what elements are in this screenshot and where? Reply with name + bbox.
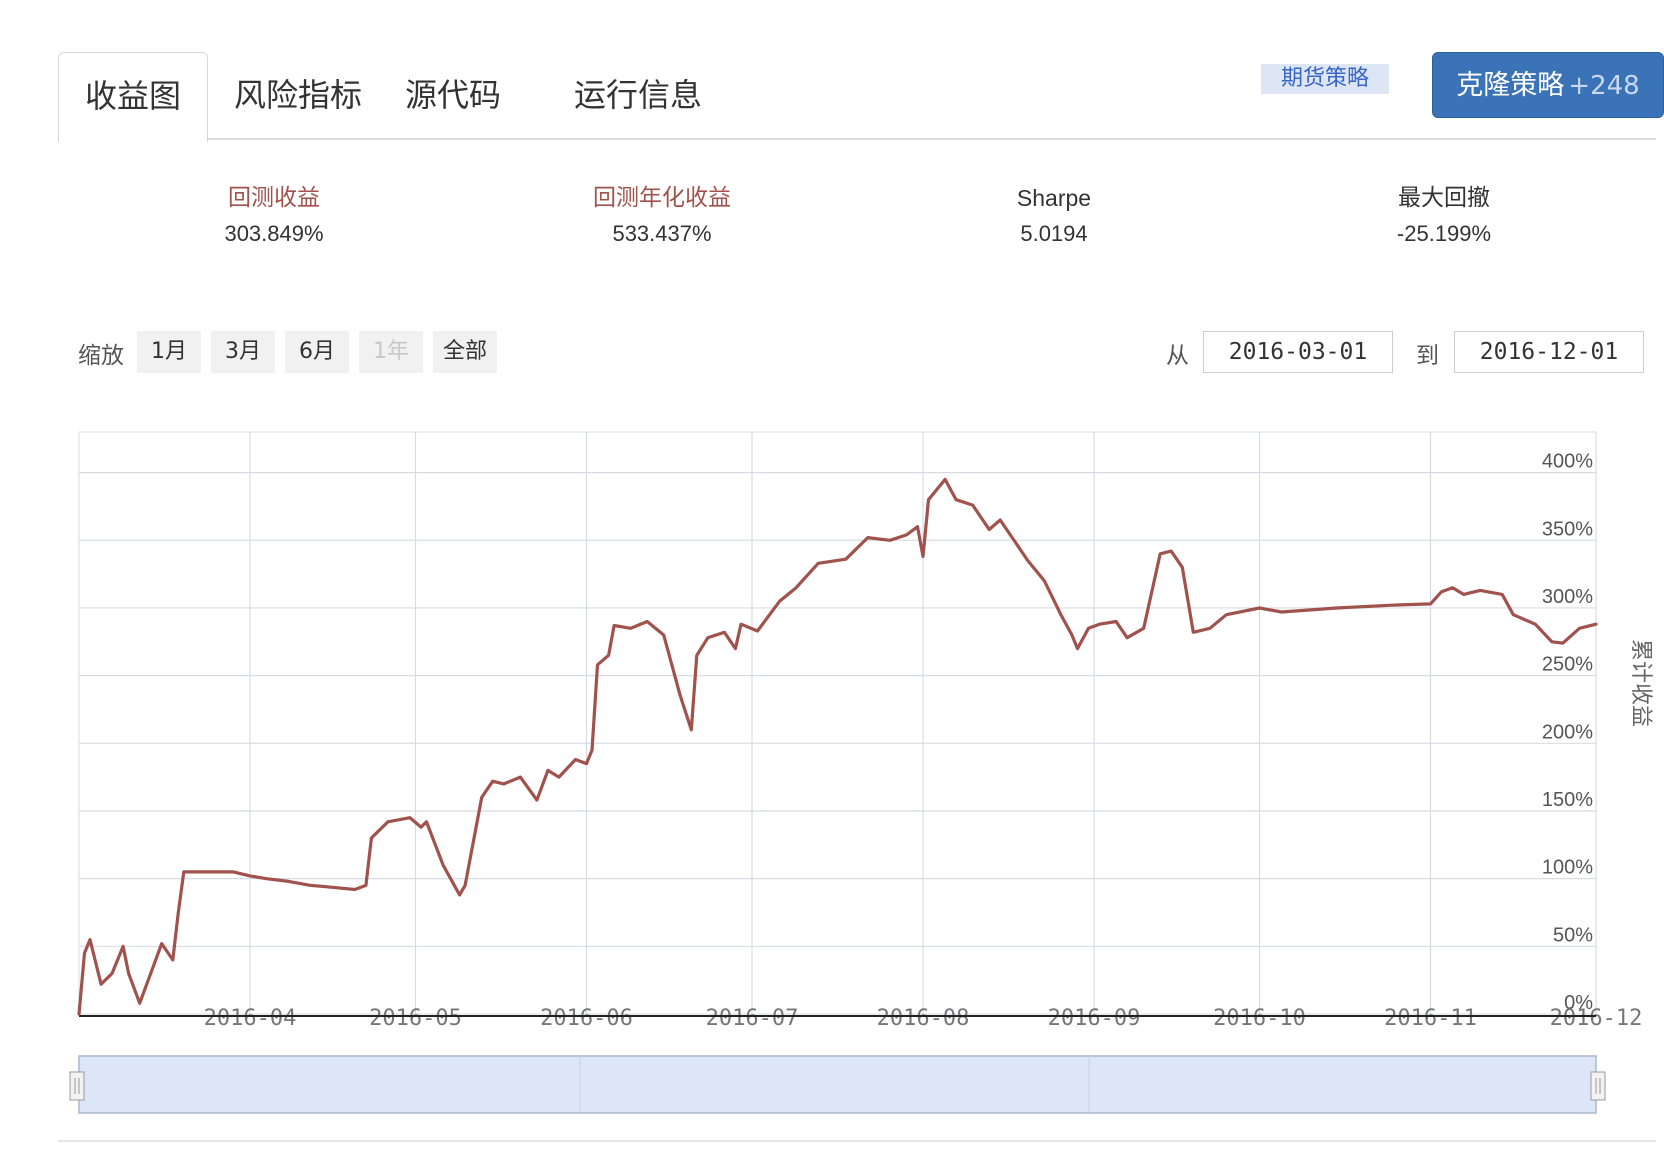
- cumulative-return-chart: 0%50%100%150%200%250%300%350%400%2016-04…: [69, 431, 1653, 1114]
- y-tick-label: 300%: [1542, 586, 1593, 608]
- x-tick-label: 2016-04: [204, 1006, 297, 1031]
- navigator-selection: [78, 1055, 1597, 1114]
- y-tick-label: 250%: [1542, 654, 1593, 676]
- y-tick-label: 350%: [1542, 518, 1593, 540]
- y-axis-title: 累计收益: [1628, 639, 1653, 727]
- plot-frame: [78, 431, 1597, 1015]
- series-line: [77, 477, 1598, 1016]
- y-tick-label: 50%: [1553, 924, 1593, 946]
- x-tick-label: 2016-12: [1550, 1006, 1643, 1031]
- x-tick-label: 2016-11: [1384, 1006, 1477, 1031]
- x-tick-label: 2016-07: [706, 1006, 799, 1031]
- y-tick-label: 200%: [1542, 721, 1593, 743]
- y-tick-label: 100%: [1542, 857, 1593, 879]
- navigator-left-handle[interactable]: [69, 1071, 85, 1101]
- y-tick-label: 150%: [1542, 789, 1593, 811]
- bottom-divider: [58, 1140, 1656, 1142]
- x-tick-label: 2016-10: [1213, 1006, 1306, 1031]
- navigator-right-handle[interactable]: [1590, 1071, 1606, 1101]
- x-tick-label: 2016-06: [540, 1006, 633, 1031]
- x-tick-label: 2016-09: [1048, 1006, 1141, 1031]
- x-tick-label: 2016-05: [369, 1006, 462, 1031]
- y-tick-label: 400%: [1542, 451, 1593, 473]
- x-tick-label: 2016-08: [877, 1006, 970, 1031]
- tab-returns-chart[interactable]: 收益图: [58, 52, 208, 143]
